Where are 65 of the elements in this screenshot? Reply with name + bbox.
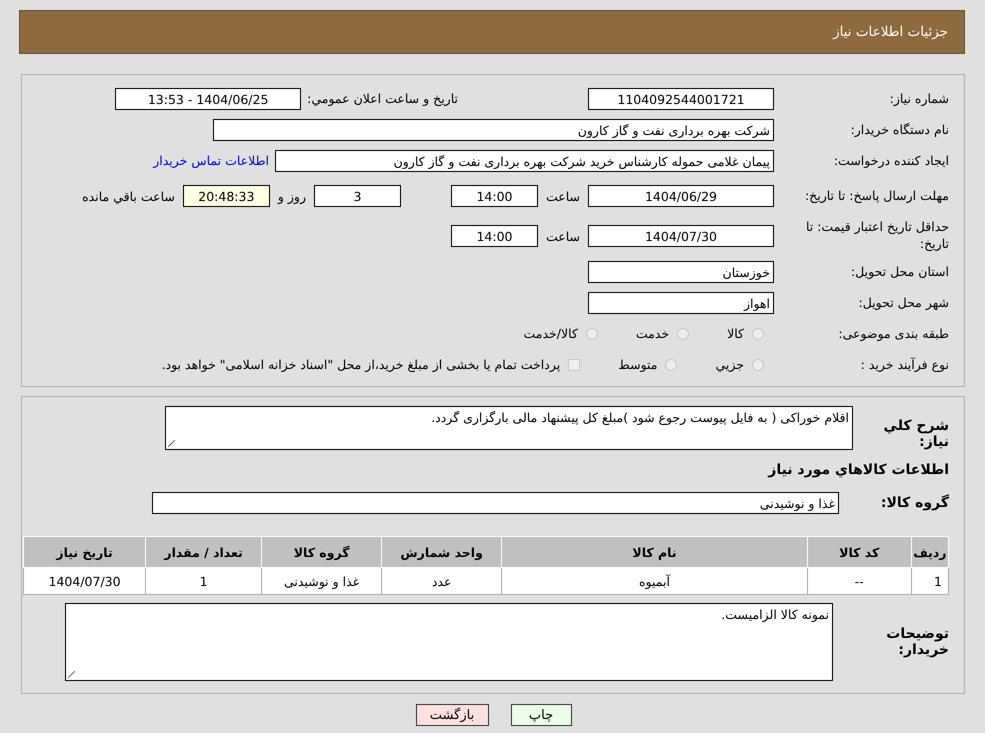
table-cell: عدد: [382, 568, 502, 594]
radio-button[interactable]: [665, 358, 678, 370]
column-header: واحد شمارش: [382, 536, 502, 568]
buyer-notes-text: نمونه کالا الزامیست.: [721, 607, 829, 622]
radio-button[interactable]: [586, 328, 598, 340]
days-field: 3: [314, 185, 401, 207]
goods-group-label: گروه کالا:: [880, 495, 949, 511]
need-number-field: 1104092544001721: [588, 88, 774, 110]
column-header: تاریخ نیاز: [24, 536, 146, 568]
province-field: خوزستان: [588, 260, 774, 282]
column-header: ردیف: [911, 536, 948, 568]
checkbox-label: پرداخت تمام یا بخشی از مبلغ خرید،از محل "اسناد خزانه اسلامی" خواهد بود.: [162, 357, 560, 372]
field-label: طبقه بندی موضوعی:: [837, 326, 949, 341]
radio-label: خدمت: [636, 326, 670, 341]
field-label: مهلت ارسال پاسخ: تا تاریخ:: [804, 188, 949, 204]
table-cell: آبمیوه: [502, 568, 808, 594]
time-label: ساعت: [546, 188, 580, 204]
radio-label: متوسط: [618, 357, 658, 372]
validity-time-field: 14:00: [450, 225, 538, 247]
description-label: شرح کلي نياز:: [882, 417, 949, 450]
field-label: استان محل تحويل:: [850, 264, 949, 279]
buyer-notes-label: توضیحات خریدار:: [885, 626, 949, 658]
radio-label: کالا: [727, 326, 744, 341]
column-header: گروه کالا: [262, 536, 382, 568]
description-text: اقلام خوراکی ( به فایل پیوست رجوع شود )مبلغ کل پیشنهاد مالی بارگزاری گردد.: [431, 410, 849, 425]
field-label: شهر محل تحويل:: [858, 295, 949, 310]
resize-grip-icon: [68, 671, 75, 678]
radio-button[interactable]: [752, 328, 764, 340]
print-button[interactable]: چاپ: [510, 704, 572, 726]
column-header: نام کالا: [502, 536, 808, 568]
announce-date-field: 1404/06/25 - 13:53: [115, 88, 302, 110]
column-header: کد کالا: [807, 536, 912, 568]
radio-label: جزيي: [715, 357, 744, 372]
field-label: نام دستگاه خريدار:: [850, 122, 949, 137]
section-heading: اطلاعات کالاهاي مورد نياز: [766, 462, 949, 478]
table-cell: 1: [146, 568, 262, 594]
validity-date-field: 1404/07/30: [588, 225, 774, 247]
goods-group-field: غذا و نوشیدنی: [152, 492, 839, 514]
field-label: نوع فرآیند خرید :: [860, 357, 949, 372]
remaining-label: ساعت باقي مانده: [82, 188, 175, 204]
table-cell: غذا و نوشیدنی: [262, 568, 382, 594]
field-label: ايجاد کننده درخواست:: [832, 153, 949, 168]
resize-grip-icon: [168, 440, 175, 447]
buyer-org-field: شرکت بهره برداری نفت و گاز کارون: [213, 118, 774, 140]
field-label: شماره نیاز:: [888, 91, 949, 106]
column-header: تعداد / مقدار: [146, 536, 262, 568]
time-label: ساعت: [546, 228, 580, 244]
remaining-time-field: 20:48:33: [182, 185, 270, 207]
buyer-contact-link[interactable]: اطلاعات تماس خریدار: [153, 153, 269, 168]
table-cell: 1: [911, 568, 948, 594]
city-field: اهواز: [588, 292, 774, 314]
checkbox[interactable]: [568, 358, 580, 370]
deadline-time-field: 14:00: [450, 185, 538, 207]
back-button[interactable]: بازگشت: [416, 704, 488, 726]
deadline-date-field: 1404/06/29: [588, 185, 774, 207]
radio-label: کالا/خدمت: [523, 326, 578, 341]
requester-field: پیمان غلامی حموله کارشناس خرید شرکت بهره برداری نفت و گاز کارون: [275, 150, 774, 172]
field-label: حداقل تاریخ اعتبار قیمت: تا تاریخ:: [804, 219, 949, 253]
table-cell: 1404/07/30: [24, 568, 146, 594]
radio-button[interactable]: [677, 328, 690, 340]
page-title: جزئیات اطلاعات نیاز: [833, 24, 948, 40]
days-label: روز و: [278, 188, 306, 204]
field-label: تاریخ و ساعت اعلان عمومي:: [307, 91, 458, 106]
radio-button[interactable]: [752, 358, 764, 370]
table-cell: --: [807, 568, 912, 594]
